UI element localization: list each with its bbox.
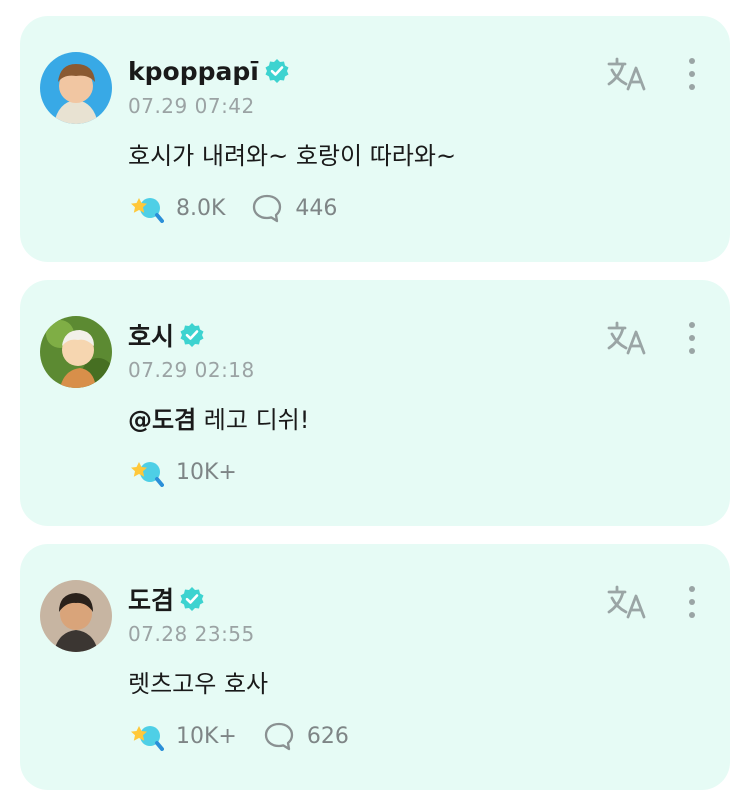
verified-badge-icon — [265, 59, 289, 83]
author-row: 호시 — [128, 318, 205, 352]
author-name[interactable]: kpoppapī — [128, 57, 259, 86]
post-text: 레고 디쉬! — [196, 406, 310, 434]
avatar[interactable] — [40, 52, 112, 124]
comments-count: 626 — [306, 723, 349, 749]
likes-count: 10K+ — [176, 723, 237, 749]
translate-icon[interactable] — [606, 584, 648, 620]
translate-icon[interactable] — [606, 56, 648, 92]
post-content: 호시가 내려와~ 호랑이 따라와~ — [128, 142, 457, 170]
post-date: 07.28 23:55 — [128, 622, 255, 646]
translate-icon[interactable] — [606, 320, 648, 356]
author-name[interactable]: 도겸 — [128, 581, 174, 617]
author-name[interactable]: 호시 — [128, 317, 174, 353]
reaction-icon[interactable] — [130, 721, 164, 751]
post-stats: 10K+ — [130, 454, 237, 490]
post-card[interactable]: 호시 07.29 02:18 @도겸 레고 디쉬! 10K+ — [20, 280, 730, 526]
likes-count: 8.0K — [176, 195, 226, 221]
likes-count: 10K+ — [176, 459, 237, 485]
verified-badge-icon — [180, 587, 204, 611]
more-options-icon[interactable] — [684, 56, 700, 92]
post-content: @도겸 레고 디쉬! — [128, 400, 309, 435]
comments-count: 446 — [295, 195, 338, 221]
post-date: 07.29 07:42 — [128, 94, 255, 118]
mention-link[interactable]: @도겸 — [128, 406, 196, 434]
comment-icon[interactable] — [263, 721, 295, 751]
post-stats: 10K+ 626 — [130, 718, 349, 754]
avatar[interactable] — [40, 316, 112, 388]
verified-badge-icon — [180, 323, 204, 347]
post-date: 07.29 02:18 — [128, 358, 255, 382]
post-card[interactable]: 도겸 07.28 23:55 렛츠고우 호사 10K+ 626 — [20, 544, 730, 790]
comment-icon[interactable] — [251, 193, 283, 223]
post-card[interactable]: kpoppapī 07.29 07:42 호시가 내려와~ 호랑이 따라와~ 8… — [20, 16, 730, 262]
more-options-icon[interactable] — [684, 320, 700, 356]
reaction-icon[interactable] — [130, 457, 164, 487]
author-row: kpoppapī — [128, 54, 290, 88]
author-row: 도겸 — [128, 582, 205, 616]
avatar[interactable] — [40, 580, 112, 652]
post-stats: 8.0K 446 — [130, 190, 337, 226]
more-options-icon[interactable] — [684, 584, 700, 620]
post-content: 렛츠고우 호사 — [128, 670, 269, 698]
reaction-icon[interactable] — [130, 193, 164, 223]
